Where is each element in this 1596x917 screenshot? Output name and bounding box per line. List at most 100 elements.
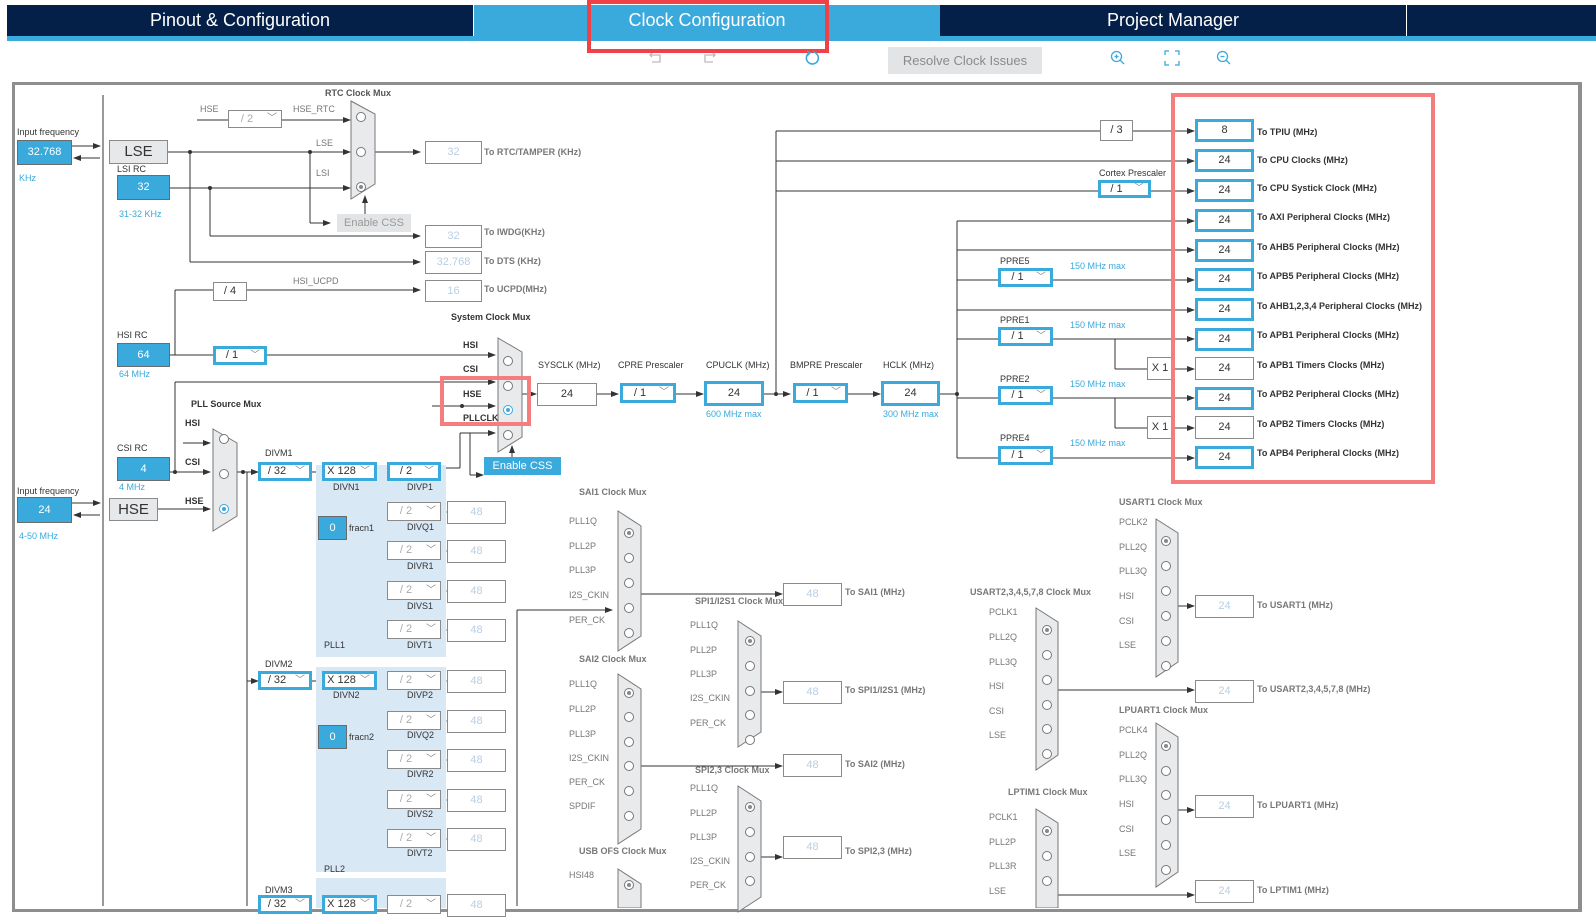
lpuart1-mux-option[interactable] [1161,741,1171,751]
pllsrc-option-hsi[interactable] [219,434,229,444]
sai2-mux-option[interactable] [624,786,634,796]
rtc-mux-option-lsi[interactable] [356,182,366,192]
usart1-mux-option[interactable] [1161,586,1171,596]
sai1-mux-option[interactable] [624,528,634,538]
cpuclk-input[interactable]: 24 [704,381,764,406]
cortex-prescaler-select[interactable]: / 1 ﹀ [1098,180,1151,198]
spi1-mux-option[interactable] [745,636,755,646]
ppre1-select[interactable]: / 1 ﹀ [998,327,1053,346]
spi1-mux-option[interactable] [745,686,755,696]
spi23-mux-option[interactable] [745,852,755,862]
spi1-mux-option[interactable] [745,735,755,745]
sysmux-option-pllclk[interactable] [503,430,513,440]
bmpre-prescaler-select[interactable]: / 1 ﹀ [793,383,848,403]
lpuart1-mux-option[interactable] [1161,865,1171,875]
divr1-select[interactable]: / 2 ﹀ [387,541,441,560]
chevron-down-icon: ﹀ [426,624,436,635]
usart1-mux-option[interactable] [1161,536,1171,546]
cpre-prescaler-select[interactable]: / 1 ﹀ [620,383,676,403]
usart2-mux-option[interactable] [1042,675,1052,685]
divp2-select[interactable]: / 2 ﹀ [387,671,441,690]
spi1-mux-option[interactable] [745,661,755,671]
usart1-mux-option[interactable] [1161,561,1171,571]
hclk-input[interactable]: 24 [881,381,940,406]
usart1-mux-option[interactable] [1161,611,1171,621]
divs1-select[interactable]: / 2 ﹀ [387,581,441,600]
lpuart1-mux-option[interactable] [1161,790,1171,800]
usart1-mux-option[interactable] [1161,636,1171,646]
usart1-mux-option[interactable] [1161,661,1171,671]
fracn2-input[interactable]: 0 [318,725,347,749]
divq1-select[interactable]: / 2 ﹀ [387,502,441,521]
lse-frequency-input[interactable]: 32.768 [17,140,72,165]
sysclk-enable-css-button[interactable]: Enable CSS [484,457,561,475]
sai1-mux-option[interactable] [624,553,634,563]
sai1-mux-option[interactable] [624,603,634,613]
divn2-select[interactable]: X 128 ﹀ [322,671,377,690]
fracn1-label: fracn1 [349,523,375,533]
spi23-output-label: To SPI2,3 (MHz) [845,846,912,856]
rtc-enable-css-button[interactable]: Enable CSS [337,214,411,232]
usb-mux-option[interactable] [624,880,634,890]
sai2-mux-option[interactable] [624,761,634,771]
chevron-down-icon: ﹀ [1134,183,1144,194]
ppre4-label: PPRE4 [1000,433,1030,443]
spi1-mux-option[interactable] [745,710,755,720]
rtc-mux-option-hse[interactable] [356,112,366,122]
sysclk-value: 24 [537,383,597,406]
ppre2-select[interactable]: / 1 ﹀ [998,386,1053,405]
fracn1-input[interactable]: 0 [318,516,347,540]
sai1-mux-option[interactable] [624,628,634,638]
hsi-divider-select[interactable]: / 1 ﹀ [213,346,267,365]
divp1-select[interactable]: / 2 ﹀ [387,462,441,481]
lpuart1-mux-option[interactable] [1161,840,1171,850]
rtc-mux-option-lse[interactable] [356,147,366,157]
divs2-select[interactable]: / 2 ﹀ [387,790,441,809]
pllsrc-option-csi[interactable] [219,469,229,479]
divm1-select[interactable]: / 32 ﹀ [258,462,312,481]
divt1-output: 48 [447,619,506,642]
divq2-select[interactable]: / 2 ﹀ [387,711,441,730]
ppre5-select[interactable]: / 1 ﹀ [998,268,1053,287]
usart2-mux-option[interactable] [1042,724,1052,734]
usart2-mux-option[interactable] [1042,749,1052,759]
lptim1-mux-option[interactable] [1042,851,1052,861]
lpuart1-mux-option[interactable] [1161,766,1171,776]
divm3-select[interactable]: / 32 ﹀ [258,895,312,914]
sai2-output: 48 [783,754,842,777]
pllsrc-option-hse[interactable] [219,504,229,514]
lptim1-mux-option[interactable] [1042,876,1052,886]
apb1-timer-multiplier: X 1 [1147,357,1173,380]
spi23-mux-option[interactable] [745,827,755,837]
ppre4-select[interactable]: / 1 ﹀ [998,446,1053,465]
chevron-down-icon: ﹀ [1036,450,1046,461]
select-value: / 32 [267,898,287,910]
divr2-select[interactable]: / 2 ﹀ [387,750,441,769]
hsi-value: 64 [117,343,170,367]
hse-rtc-divider-select[interactable]: / 2 ﹀ [228,110,282,128]
sai2-mux-option[interactable] [624,811,634,821]
spi23-mux-option[interactable] [745,876,755,886]
sysmux-option-hsi[interactable] [503,356,513,366]
chevron-down-icon: ﹀ [426,675,436,686]
sai2-mux-option[interactable] [624,737,634,747]
rtc-lsi-label: LSI [316,168,330,178]
spi23-mux-option[interactable] [745,802,755,812]
sai1-mux-option[interactable] [624,578,634,588]
divm2-select[interactable]: / 32 ﹀ [258,671,312,690]
lpuart1-input: LSE [1119,848,1137,858]
lptim1-mux-option[interactable] [1042,826,1052,836]
sai2-mux-option[interactable] [624,688,634,698]
sai2-mux-option[interactable] [624,712,634,722]
divn3-select[interactable]: X 128 ﹀ [322,895,377,914]
divp3-select[interactable]: / 2 ﹀ [387,895,441,914]
usart2-mux-option[interactable] [1042,625,1052,635]
lpuart1-mux-option[interactable] [1161,815,1171,825]
divt2-select[interactable]: / 2 ﹀ [387,829,441,848]
divs1-output: 48 [447,580,506,603]
divt1-select[interactable]: / 2 ﹀ [387,620,441,639]
usart2-mux-option[interactable] [1042,700,1052,710]
divn1-select[interactable]: X 128 ﹀ [322,462,377,481]
usart2-mux-option[interactable] [1042,650,1052,660]
hse-frequency-input[interactable]: 24 [17,497,72,523]
